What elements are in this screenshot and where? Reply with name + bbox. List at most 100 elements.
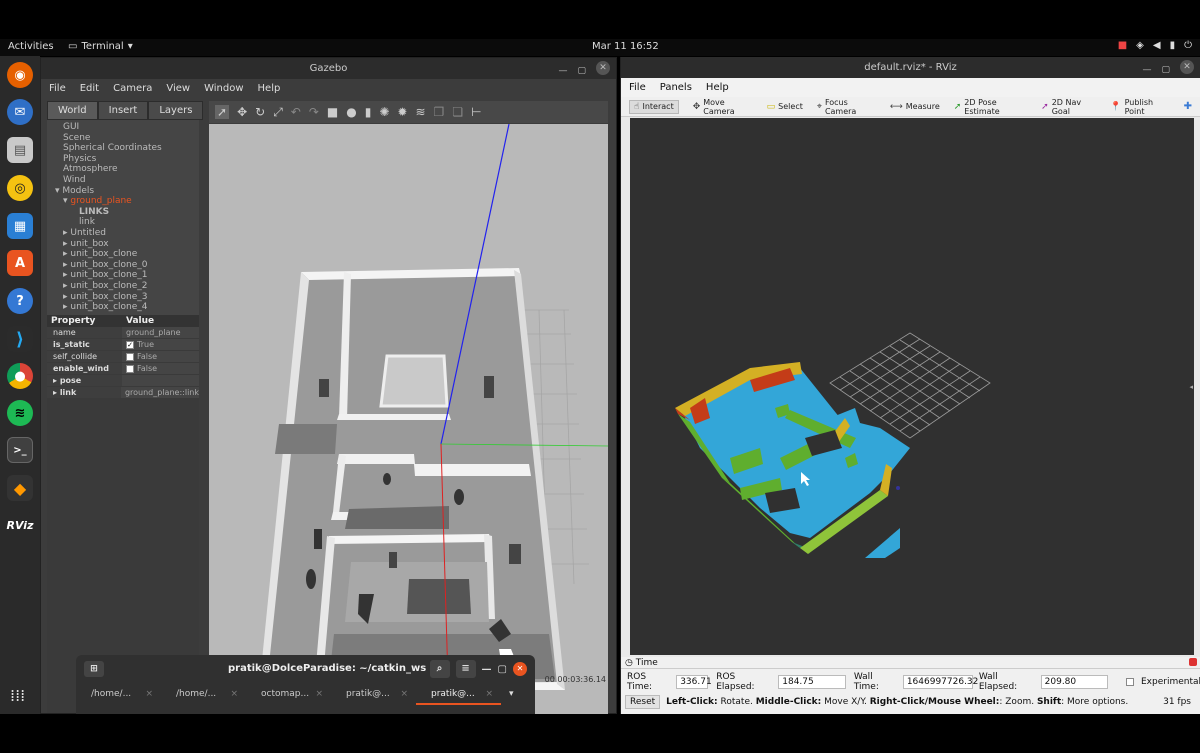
tree-item[interactable]: Physics [47, 154, 199, 165]
terminal-icon[interactable]: >_ [7, 437, 33, 463]
terminal-tab[interactable]: pratik@... × [331, 683, 416, 705]
screen-record-icon[interactable]: ■ [1118, 40, 1127, 51]
tool-2d-nav-goal[interactable]: ➚ 2D Nav Goal [1041, 98, 1096, 116]
wall-time-field[interactable]: 1646997726.32 [902, 675, 978, 689]
tool-2d-pose-estimate[interactable]: ➚ 2D Pose Estimate [954, 98, 1027, 116]
chrome-icon[interactable]: ● [7, 363, 33, 389]
close-icon[interactable]: ✕ [1180, 60, 1194, 74]
tool-publish-point[interactable]: 📍 Publish Point [1110, 98, 1169, 116]
close-icon[interactable]: × [485, 683, 493, 705]
reset-button[interactable]: Reset [625, 695, 661, 709]
directional-light-icon[interactable]: ≋ [415, 105, 425, 119]
tree-item[interactable]: ▸ unit_box_clone [47, 249, 199, 260]
tree-item[interactable]: ▾ ground_plane [47, 196, 199, 207]
tree-item[interactable]: link [47, 217, 199, 228]
property-checkbox[interactable] [126, 364, 134, 373]
close-icon[interactable]: × [400, 683, 408, 705]
rviz-3d-viewport[interactable]: ◂ ◂ [630, 118, 1194, 655]
tree-item[interactable]: Wind [47, 175, 199, 186]
menu-item-edit[interactable]: Edit [80, 79, 99, 98]
tab-insert[interactable]: Insert [97, 101, 149, 120]
tree-item[interactable]: Scene [47, 133, 199, 144]
tool-interact[interactable]: ☝ Interact [629, 99, 679, 114]
property-value[interactable]: False [122, 363, 199, 374]
expand-arrow-icon[interactable]: ▸ [53, 376, 60, 385]
paste-icon[interactable]: ❏ [452, 105, 463, 119]
expand-arrow-icon[interactable]: ▸ [53, 388, 60, 397]
tool-measure[interactable]: ⟷ Measure [890, 102, 940, 112]
battery-icon[interactable]: ▮ [1170, 40, 1176, 51]
app-menu[interactable]: ▭ Terminal ▾ [68, 41, 133, 52]
tabs-dropdown-icon[interactable]: ▾ [501, 683, 514, 705]
tree-item[interactable]: GUI [47, 122, 199, 133]
network-icon[interactable]: ◈ [1136, 40, 1144, 51]
firefox-icon[interactable]: ◉ [7, 62, 33, 88]
wall-elapsed-field[interactable]: 209.80 [1040, 675, 1109, 689]
translate-mode-icon[interactable]: ✥ [237, 105, 247, 119]
tree-item[interactable]: Atmosphere [47, 164, 199, 175]
power-icon[interactable]: ⏻ [1184, 40, 1192, 51]
menu-item-help[interactable]: Help [258, 79, 281, 98]
tree-item[interactable]: ▸ unit_box_clone_4 [47, 302, 199, 313]
files-icon[interactable]: ▤ [7, 137, 33, 163]
rviz-title-bar[interactable]: default.rviz* - RViz — ▢ ✕ [621, 57, 1200, 78]
search-icon[interactable]: ⌕ [429, 660, 450, 678]
property-row[interactable]: enable_wind False [47, 363, 199, 375]
minimize-icon[interactable]: — [482, 664, 492, 675]
close-icon[interactable]: × [315, 683, 323, 705]
tool-focus-camera[interactable]: ⌖ Focus Camera [817, 98, 876, 116]
property-checkbox[interactable]: ✓ [126, 340, 134, 349]
close-icon[interactable]: ✕ [513, 662, 527, 676]
system-tray[interactable]: ■ ◈ ◀ ▮ ⏻ [1118, 40, 1192, 51]
vscode-icon[interactable]: ⟩ [7, 326, 33, 352]
right-collapse-icon[interactable]: ◂ [1189, 383, 1193, 391]
terminal-tab[interactable]: /home/... × [76, 683, 161, 705]
spotify-icon[interactable]: ≋ [7, 400, 33, 426]
ros-time-field[interactable]: 336.71 [676, 675, 712, 689]
terminal-tab[interactable]: /home/... × [161, 683, 246, 705]
gazebo-3d-viewport[interactable]: 00 00:03:36.14 [209, 124, 608, 714]
tree-item[interactable]: ▸ unit_box [47, 239, 199, 250]
property-value[interactable]: False [122, 351, 199, 362]
redo-icon[interactable]: ↷ [309, 105, 319, 119]
tree-item[interactable]: ▸ unit_box_clone_3 [47, 292, 199, 303]
point-light-icon[interactable]: ✺ [379, 105, 389, 119]
tree-item[interactable]: ▸ unit_box_clone_2 [47, 281, 199, 292]
gazebo-title-bar[interactable]: Gazebo — ▢ ✕ [41, 58, 616, 79]
add-tool-icon[interactable]: ✚ [1184, 101, 1192, 112]
terminal-header[interactable]: ⊞ pratik@DolceParadise: ~/catkin_ws ⌕ ≡ … [76, 655, 535, 683]
minimize-icon[interactable]: — [1142, 60, 1151, 81]
property-row[interactable]: self_collide False [47, 351, 199, 363]
select-mode-icon[interactable]: ➚ [215, 105, 230, 119]
menu-item-camera[interactable]: Camera [113, 79, 152, 98]
hamburger-menu-icon[interactable]: ≡ [455, 660, 476, 678]
spot-light-icon[interactable]: ✹ [397, 105, 407, 119]
tree-item[interactable]: ▸ unit_box_clone_1 [47, 270, 199, 281]
thunderbird-icon[interactable]: ✉ [7, 99, 33, 125]
property-row[interactable]: is_static ✓ True [47, 339, 199, 351]
rotate-mode-icon[interactable]: ↻ [255, 105, 265, 119]
property-value[interactable]: ✓ True [122, 339, 199, 350]
menu-item-help[interactable]: Help [706, 78, 729, 97]
new-tab-icon[interactable]: ⊞ [84, 661, 104, 677]
maximize-icon[interactable]: ▢ [1161, 60, 1170, 81]
writer-icon[interactable]: ▦ [7, 213, 33, 239]
property-row[interactable]: ▸ pose [47, 375, 199, 387]
tool-select[interactable]: ▭ Select [767, 102, 803, 112]
property-row[interactable]: name ground_plane [47, 327, 199, 339]
sublime-icon[interactable]: ◆ [7, 475, 33, 501]
scale-mode-icon[interactable]: ⤢ [273, 105, 283, 120]
close-icon[interactable]: × [145, 683, 153, 705]
menu-item-file[interactable]: File [49, 79, 66, 98]
terminal-tab[interactable]: octomap... × [246, 683, 331, 705]
tool-move-camera[interactable]: ✥ Move Camera [693, 98, 753, 116]
activities-button[interactable]: Activities [8, 41, 54, 52]
menu-item-file[interactable]: File [629, 78, 646, 97]
close-icon[interactable] [1189, 658, 1197, 666]
cylinder-shape-icon[interactable]: ▮ [365, 105, 372, 119]
box-shape-icon[interactable]: ■ [327, 105, 338, 119]
tab-world[interactable]: World [47, 101, 98, 120]
close-icon[interactable]: ✕ [596, 61, 610, 75]
maximize-icon[interactable]: ▢ [498, 664, 507, 675]
menu-item-window[interactable]: Window [204, 79, 243, 98]
